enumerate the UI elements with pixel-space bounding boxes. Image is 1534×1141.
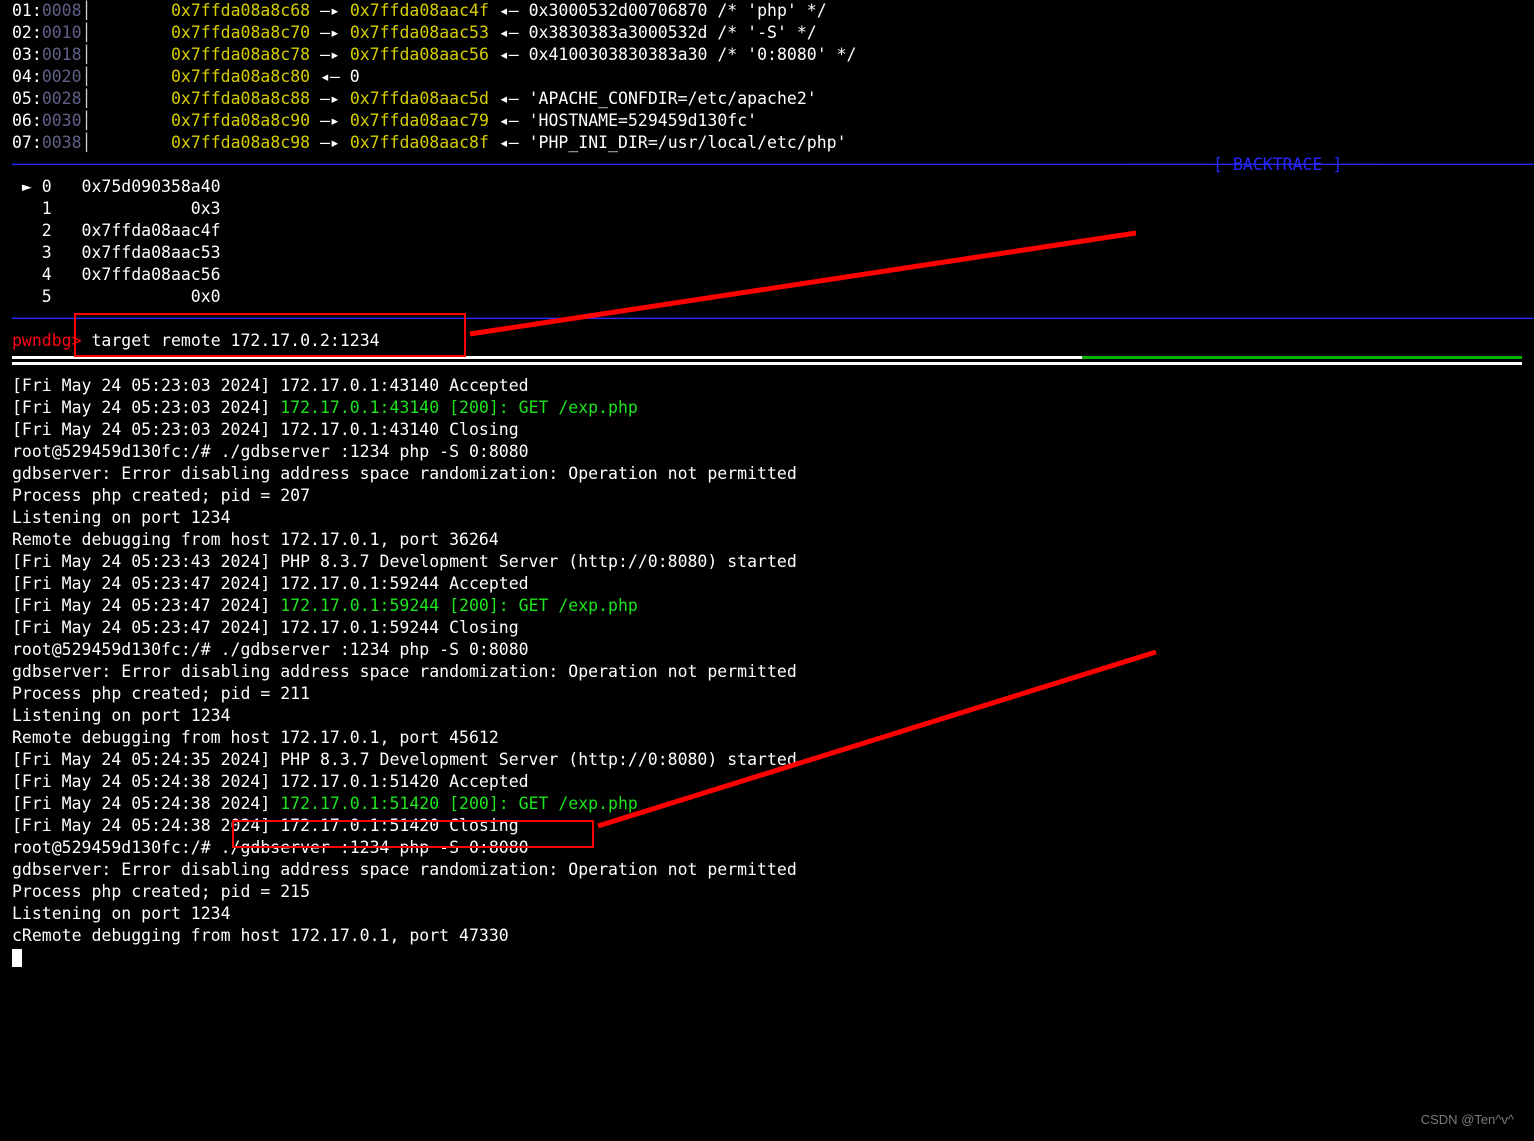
backtrace-row: 4 0x7ffda08aac56 bbox=[12, 264, 1522, 286]
log-line: [Fri May 24 05:23:03 2024] 172.17.0.1:43… bbox=[12, 397, 1522, 419]
log-line: cRemote debugging from host 172.17.0.1, … bbox=[12, 925, 1522, 947]
backtrace-row: 5 0x0 bbox=[12, 286, 1522, 308]
cursor-line[interactable] bbox=[12, 947, 1522, 969]
log-line: Remote debugging from host 172.17.0.1, p… bbox=[12, 727, 1522, 749]
log-line: [Fri May 24 05:23:47 2024] 172.17.0.1:59… bbox=[12, 617, 1522, 639]
log-line: [Fri May 24 05:23:43 2024] PHP 8.3.7 Dev… bbox=[12, 551, 1522, 573]
stack-row: 04:0020│ 0x7ffda08a8c80 ◂— 0 bbox=[12, 66, 1522, 88]
log-line: Listening on port 1234 bbox=[12, 903, 1522, 925]
log-line: Listening on port 1234 bbox=[12, 507, 1522, 529]
log-line: [Fri May 24 05:24:38 2024] 172.17.0.1:51… bbox=[12, 793, 1522, 815]
stack-row: 01:0008│ 0x7ffda08a8c68 —▸ 0x7ffda08aac4… bbox=[12, 0, 1522, 22]
log-line: [Fri May 24 05:23:03 2024] 172.17.0.1:43… bbox=[12, 375, 1522, 397]
backtrace-row: 2 0x7ffda08aac4f bbox=[12, 220, 1522, 242]
server-log: [Fri May 24 05:23:03 2024] 172.17.0.1:43… bbox=[12, 375, 1522, 947]
backtrace-separator: ────────────────────────────────────────… bbox=[12, 154, 1522, 176]
log-line: [Fri May 24 05:24:38 2024] 172.17.0.1:51… bbox=[12, 771, 1522, 793]
log-line: [Fri May 24 05:24:35 2024] PHP 8.3.7 Dev… bbox=[12, 749, 1522, 771]
stack-row: 07:0038│ 0x7ffda08a8c98 —▸ 0x7ffda08aac8… bbox=[12, 132, 1522, 154]
log-line: Remote debugging from host 172.17.0.1, p… bbox=[12, 529, 1522, 551]
log-line: root@529459d130fc:/# ./gdbserver :1234 p… bbox=[12, 441, 1522, 463]
backtrace-row: 3 0x7ffda08aac53 bbox=[12, 242, 1522, 264]
log-line: [Fri May 24 05:23:47 2024] 172.17.0.1:59… bbox=[12, 573, 1522, 595]
backtrace-row: 1 0x3 bbox=[12, 198, 1522, 220]
log-line: gdbserver: Error disabling address space… bbox=[12, 859, 1522, 881]
stack-row: 06:0030│ 0x7ffda08a8c90 —▸ 0x7ffda08aac7… bbox=[12, 110, 1522, 132]
annotation-box-1 bbox=[74, 313, 466, 357]
log-line: Process php created; pid = 211 bbox=[12, 683, 1522, 705]
watermark-text: CSDN @Ten^v^ bbox=[1421, 1109, 1514, 1131]
log-line: gdbserver: Error disabling address space… bbox=[12, 463, 1522, 485]
backtrace-label: ─────────[ BACKTRACE ]──── bbox=[1124, 154, 1382, 176]
log-line: Process php created; pid = 207 bbox=[12, 485, 1522, 507]
log-line: root@529459d130fc:/# ./gdbserver :1234 p… bbox=[12, 639, 1522, 661]
backtrace-list: ► 0 0x75d090358a40 1 0x3 2 0x7ffda08aac4… bbox=[12, 176, 1522, 308]
stack-row: 02:0010│ 0x7ffda08a8c70 —▸ 0x7ffda08aac5… bbox=[12, 22, 1522, 44]
stack-row: 05:0028│ 0x7ffda08a8c88 —▸ 0x7ffda08aac5… bbox=[12, 88, 1522, 110]
terminal[interactable]: 01:0008│ 0x7ffda08a8c68 —▸ 0x7ffda08aac4… bbox=[0, 0, 1534, 969]
cursor-icon bbox=[12, 949, 22, 967]
log-line: [Fri May 24 05:23:47 2024] 172.17.0.1:59… bbox=[12, 595, 1522, 617]
log-line: [Fri May 24 05:23:03 2024] 172.17.0.1:43… bbox=[12, 419, 1522, 441]
annotation-box-2 bbox=[232, 820, 594, 848]
stack-row: 03:0018│ 0x7ffda08a8c78 —▸ 0x7ffda08aac5… bbox=[12, 44, 1522, 66]
stack-dump: 01:0008│ 0x7ffda08a8c68 —▸ 0x7ffda08aac4… bbox=[12, 0, 1522, 154]
log-line: Listening on port 1234 bbox=[12, 705, 1522, 727]
log-line: gdbserver: Error disabling address space… bbox=[12, 661, 1522, 683]
log-line: Process php created; pid = 215 bbox=[12, 881, 1522, 903]
backtrace-row: ► 0 0x75d090358a40 bbox=[12, 176, 1522, 198]
